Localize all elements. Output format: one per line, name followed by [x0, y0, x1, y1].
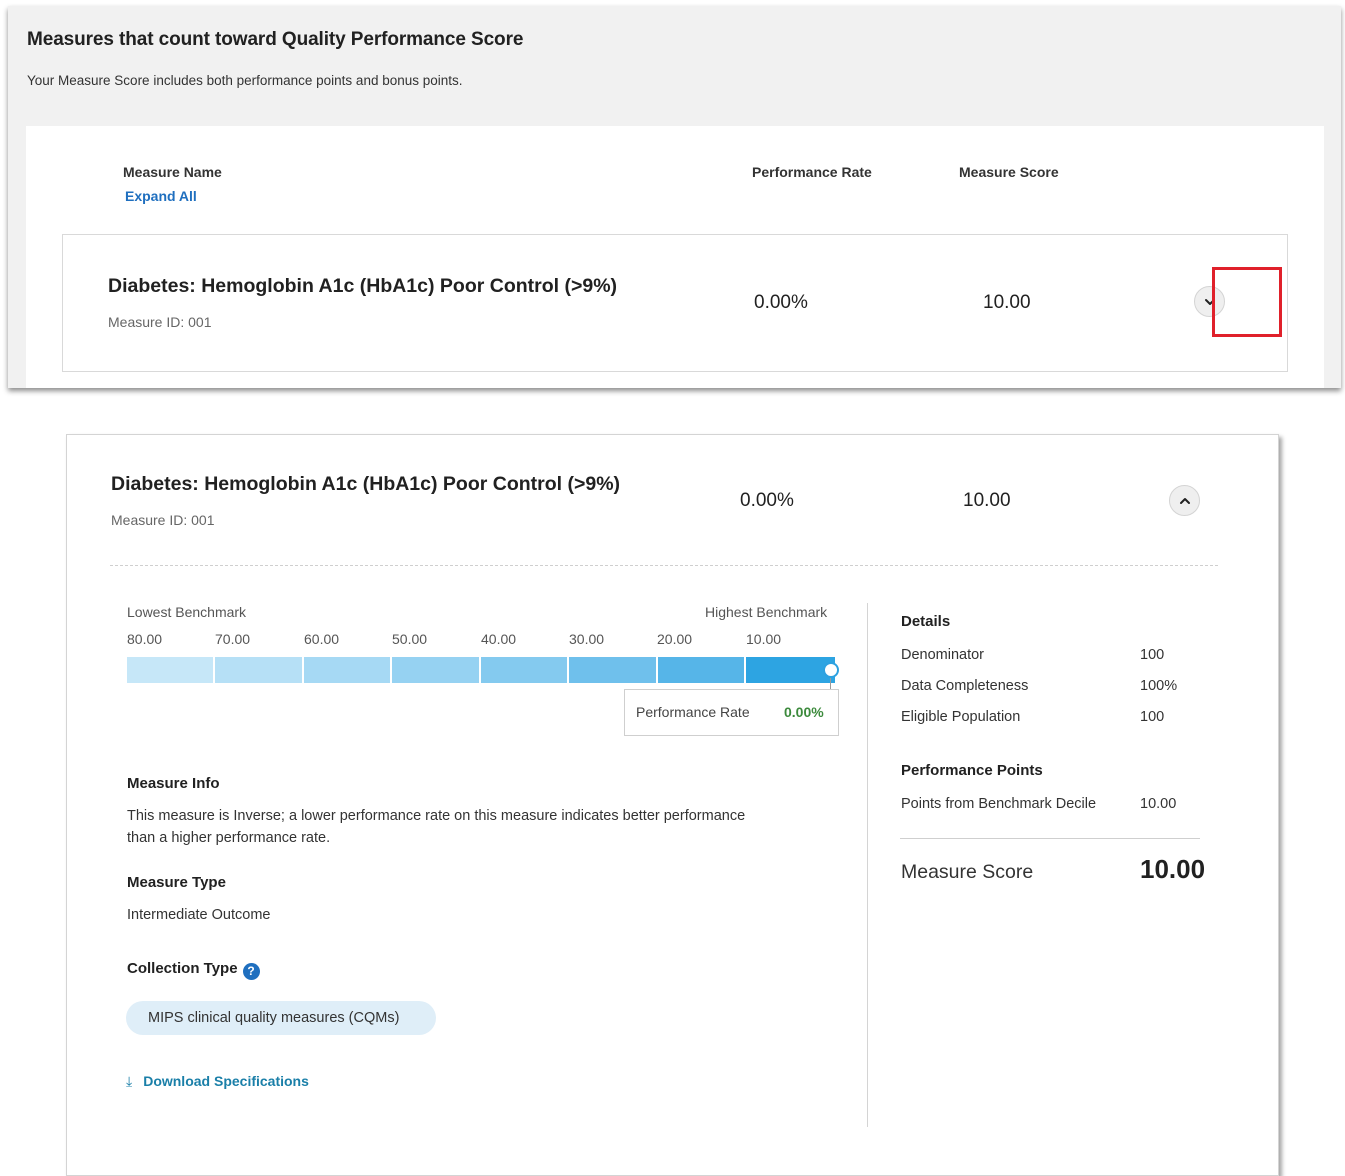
column-header-performance-rate: Performance Rate	[752, 164, 872, 180]
points-from-benchmark-label: Points from Benchmark Decile	[901, 796, 1097, 812]
download-specifications-label: Download Specifications	[143, 1073, 309, 1089]
collection-type-label: Collection Type	[127, 960, 238, 977]
measure-info-heading: Measure Info	[127, 775, 220, 792]
measures-table-card: Measure Name Expand All Performance Rate…	[26, 126, 1324, 388]
column-divider	[867, 603, 868, 1127]
detail-label-denominator: Denominator	[901, 647, 985, 663]
measure-id: Measure ID: 001	[111, 512, 215, 528]
highlight-annotation-box	[1212, 267, 1282, 337]
measure-type-value: Intermediate Outcome	[127, 907, 271, 923]
benchmark-segment	[481, 657, 569, 683]
points-from-benchmark-value: 10.00	[1140, 796, 1177, 812]
collection-type-pill: MIPS clinical quality measures (CQMs)	[126, 1001, 436, 1035]
details-heading: Details	[901, 613, 951, 630]
benchmark-tick: 10.00	[746, 631, 782, 647]
benchmark-tick: 50.00	[392, 631, 428, 647]
collection-type-heading: Collection Type?	[127, 960, 260, 980]
download-icon: ⤓	[126, 1073, 133, 1089]
benchmark-tick: 40.00	[481, 631, 517, 647]
benchmark-tick: 60.00	[304, 631, 340, 647]
lowest-benchmark-label: Lowest Benchmark	[127, 604, 247, 620]
row-divider	[110, 565, 1218, 566]
benchmark-tick: 80.00	[127, 631, 163, 647]
measure-info-text-line2: than a higher performance rate.	[127, 830, 331, 846]
collapse-row-button[interactable]	[1169, 485, 1200, 516]
section-title: Measures that count toward Quality Perfo…	[27, 29, 524, 50]
detail-value-data-completeness: 100%	[1140, 678, 1178, 694]
benchmark-tick: 30.00	[569, 631, 605, 647]
measure-score-value: 10.00	[983, 292, 1031, 313]
chevron-up-icon	[1179, 497, 1190, 504]
column-header-measure-name: Measure Name	[123, 164, 222, 180]
performance-rate-value: 0.00%	[740, 490, 794, 511]
download-specifications-link[interactable]: ⤓ Download Specifications	[126, 1073, 309, 1090]
column-header-measure-score: Measure Score	[959, 164, 1059, 180]
highest-benchmark-label: Highest Benchmark	[705, 604, 828, 620]
performance-rate-value: 0.00%	[754, 292, 808, 313]
detail-value-eligible-population: 100	[1140, 709, 1165, 725]
performance-points-heading: Performance Points	[901, 762, 1043, 779]
benchmark-segment	[569, 657, 658, 683]
collapsed-measures-panel: Measures that count toward Quality Perfo…	[8, 6, 1341, 388]
measure-info-text-line1: This measure is Inverse; a lower perform…	[127, 808, 746, 824]
expand-all-link[interactable]: Expand All	[125, 188, 197, 204]
measure-row[interactable]: Diabetes: Hemoglobin A1c (HbA1c) Poor Co…	[62, 234, 1288, 372]
performance-rate-callout-label: Performance Rate	[636, 704, 750, 720]
performance-rate-callout-value: 0.00%	[784, 704, 824, 720]
benchmark-bar	[127, 657, 835, 683]
expanded-measure-panel: Diabetes: Hemoglobin A1c (HbA1c) Poor Co…	[66, 434, 1279, 1176]
benchmark-tick: 70.00	[215, 631, 251, 647]
benchmark-segment	[304, 657, 392, 683]
total-measure-score-label: Measure Score	[901, 861, 1034, 883]
measure-score-value: 10.00	[963, 490, 1011, 511]
measure-type-heading: Measure Type	[127, 874, 226, 891]
measure-name: Diabetes: Hemoglobin A1c (HbA1c) Poor Co…	[111, 473, 621, 495]
benchmark-segment	[746, 657, 835, 683]
benchmark-segment	[127, 657, 215, 683]
detail-label-data-completeness: Data Completeness	[901, 678, 1029, 694]
benchmark-segment	[215, 657, 304, 683]
benchmark-segment	[392, 657, 481, 683]
performance-rate-callout: Performance Rate 0.00%	[624, 689, 839, 736]
detail-label-eligible-population: Eligible Population	[901, 709, 1021, 725]
help-icon[interactable]: ?	[242, 962, 260, 980]
measure-id: Measure ID: 001	[108, 314, 212, 330]
benchmark-tick: 20.00	[657, 631, 693, 647]
details-divider	[900, 838, 1200, 839]
total-measure-score-value: 10.00	[1140, 854, 1206, 884]
benchmark-segment	[658, 657, 746, 683]
performance-rate-marker	[823, 662, 839, 678]
measure-name: Diabetes: Hemoglobin A1c (HbA1c) Poor Co…	[108, 275, 618, 297]
section-subtitle: Your Measure Score includes both perform…	[27, 73, 463, 88]
detail-value-denominator: 100	[1140, 647, 1165, 663]
